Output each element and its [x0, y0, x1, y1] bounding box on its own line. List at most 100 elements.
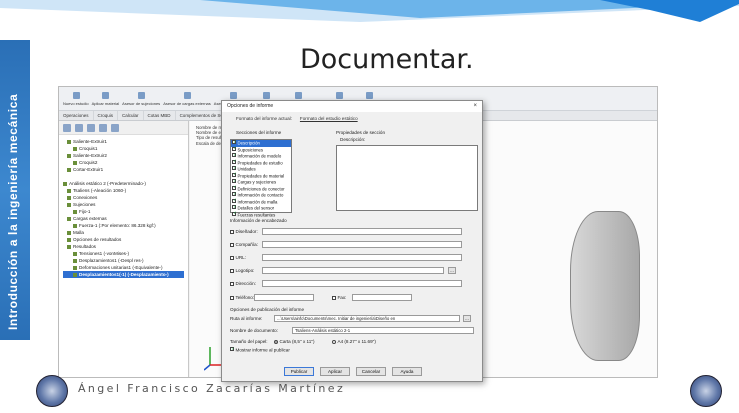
checkbox-icon[interactable]	[232, 205, 236, 209]
tree-item[interactable]: Fuerza-1 (:Por elemento: 86.328 kgf:)	[63, 222, 184, 229]
tree-node-icon	[73, 258, 77, 263]
show-report-checkbox[interactable]: Mostrar informe al publicar	[230, 347, 290, 353]
tree-item[interactable]: Fijo-1	[63, 208, 184, 215]
tree-item[interactable]: Malla	[63, 229, 184, 236]
ribbon-button[interactable]: Asesor de cargas externas	[163, 91, 211, 110]
help-button[interactable]: Ayuda	[392, 367, 422, 376]
tree-item[interactable]: Tensiones1 (-vonMises-)	[63, 250, 184, 257]
header-field-input[interactable]	[262, 228, 462, 235]
header-field-input[interactable]	[262, 254, 462, 261]
checkbox-icon[interactable]	[232, 166, 236, 170]
tree-item-label: Desplazamientos1 (-Despl res-)	[79, 258, 144, 263]
tree-item[interactable]: Resultados	[63, 243, 184, 250]
header-field-checkbox[interactable]: Diseñador:	[230, 229, 258, 234]
config-manager-icon[interactable]	[87, 124, 95, 132]
apply-button[interactable]: Aplicar	[320, 367, 350, 376]
tree-item[interactable]: Cargas externas	[63, 215, 184, 222]
tree-node-icon	[63, 181, 67, 186]
header-field-checkbox[interactable]: Logotipo:	[230, 268, 254, 273]
dialog-title: Opciones de informe	[227, 103, 274, 109]
paper-a4-label: A4 (8.27'' x 11.69'')	[337, 339, 376, 344]
tree-item[interactable]: Opciones de resultados	[63, 236, 184, 243]
fax-checkbox[interactable]: Fax:	[332, 295, 346, 300]
section-item[interactable]: Información de contacto	[231, 192, 291, 199]
header-field-input[interactable]	[262, 267, 444, 274]
display-manager-icon[interactable]	[111, 124, 119, 132]
header-field-label: Dirección:	[235, 281, 256, 286]
tree-item[interactable]: Croquis2	[63, 159, 184, 166]
tree-item[interactable]: Sujeciones	[63, 201, 184, 208]
tree-item[interactable]: Croquis1	[63, 145, 184, 152]
cancel-button[interactable]: Cancelar	[356, 367, 386, 376]
checkbox-icon[interactable]	[232, 211, 236, 216]
browse-button[interactable]: ...	[463, 315, 471, 322]
section-label: Descripción	[237, 140, 260, 146]
checkbox-icon	[230, 281, 234, 286]
feature-manager-icon[interactable]	[63, 124, 71, 132]
ribbon-button[interactable]: Asesor de sujeciones	[122, 91, 160, 110]
checkbox-icon[interactable]	[232, 198, 236, 203]
header-field-input[interactable]	[262, 280, 462, 287]
checkbox-icon[interactable]	[232, 159, 236, 164]
sections-list[interactable]: DescripciónSuposicionesInformación de mo…	[230, 139, 292, 217]
tree-item[interactable]: Desplazamientos1(-1) (-Desplazamiento-)	[63, 271, 184, 278]
dialog-tabs: Formato del informe actual: Formato del …	[222, 112, 482, 125]
command-tab[interactable]: Operaciones	[59, 111, 94, 120]
tree-item[interactable]: Análisis estático 2 (-Predeterminado-)	[63, 180, 184, 187]
ribbon-button[interactable]: Aplicar material	[92, 91, 119, 110]
tree-item-label: Tensiones1 (-vonMises-)	[79, 251, 130, 256]
checkbox-icon[interactable]	[232, 179, 236, 183]
command-tab[interactable]: Cotas MBD	[144, 111, 176, 120]
tree-item[interactable]: Desplazamientos1 (-Despl res-)	[63, 257, 184, 264]
paper-letter-radio[interactable]: Carta (8,5'' x 11'')	[274, 339, 315, 344]
header-field-input[interactable]	[262, 241, 462, 248]
tree-item[interactable]: Deformaciones unitarias1 (-Equivalente-)	[63, 264, 184, 271]
unam-seal-left	[36, 375, 68, 407]
header-field-checkbox[interactable]: Compañía:	[230, 242, 258, 247]
fax-field[interactable]	[352, 294, 412, 301]
tree-item[interactable]	[63, 173, 184, 180]
tab-report-format[interactable]: Formato del informe actual:	[236, 116, 292, 121]
tree-item[interactable]: Tsaliens (-Aleación 1060-)	[63, 187, 184, 194]
phone-checkbox[interactable]: Teléfono:	[230, 295, 254, 300]
dim-xpert-icon[interactable]	[99, 124, 107, 132]
feature-tree: Saliente-Extruir1 Croquis1 Saliente-Extrui…	[59, 121, 189, 377]
close-icon[interactable]: ×	[473, 101, 477, 112]
header-field-checkbox[interactable]: URL:	[230, 255, 246, 260]
docname-field[interactable]: Tsaliens-Análisis estático 2-1	[292, 327, 474, 334]
tree-node-icon	[73, 265, 77, 270]
tree-node-icon	[73, 272, 77, 277]
tree-item[interactable]: Cortar-Extruir1	[63, 166, 184, 173]
header-field-label: Diseñador:	[235, 229, 258, 234]
tree-item[interactable]: Conexiones	[63, 194, 184, 201]
checkbox-icon[interactable]	[232, 172, 236, 177]
section-label: Unidades	[237, 166, 256, 172]
header-info-label: Información de encabezado	[230, 218, 287, 223]
tab-study-format[interactable]: Formato del estudio estático	[300, 116, 358, 121]
logo-browse-button[interactable]: ...	[448, 267, 456, 274]
checkbox-icon[interactable]	[232, 140, 236, 144]
path-field[interactable]: ...\Users\ainfo\Documents\mec. Initiar d…	[274, 315, 460, 322]
description-textarea[interactable]	[336, 145, 478, 211]
tree-node-icon	[67, 153, 71, 158]
checkbox-icon[interactable]	[232, 192, 236, 196]
command-tab[interactable]: Croquis	[94, 111, 119, 120]
checkbox-icon[interactable]	[232, 146, 236, 151]
tree-item[interactable]: Saliente-Extruir2	[63, 152, 184, 159]
tree-item-label: Análisis estático 2 (-Predeterminado-)	[69, 181, 146, 186]
checkbox-icon[interactable]	[232, 153, 236, 157]
checkbox-icon[interactable]	[232, 185, 236, 190]
tree-node-icon	[67, 139, 71, 144]
section-label: Información de contacto	[237, 192, 284, 198]
paper-a4-radio[interactable]: A4 (8.27'' x 11.69'')	[332, 339, 376, 344]
header-field-checkbox[interactable]: Dirección:	[230, 281, 256, 286]
part-body	[570, 211, 640, 361]
property-manager-icon[interactable]	[75, 124, 83, 132]
tree-item[interactable]: Saliente-Extruir1	[63, 138, 184, 145]
command-tab[interactable]: Calcular	[118, 111, 144, 120]
ribbon-button[interactable]: Nuevo estudio	[63, 91, 89, 110]
publish-button[interactable]: Publicar	[284, 367, 314, 376]
phone-label: Teléfono:	[235, 295, 255, 300]
phone-field[interactable]	[254, 294, 314, 301]
checkbox-icon	[230, 295, 234, 300]
